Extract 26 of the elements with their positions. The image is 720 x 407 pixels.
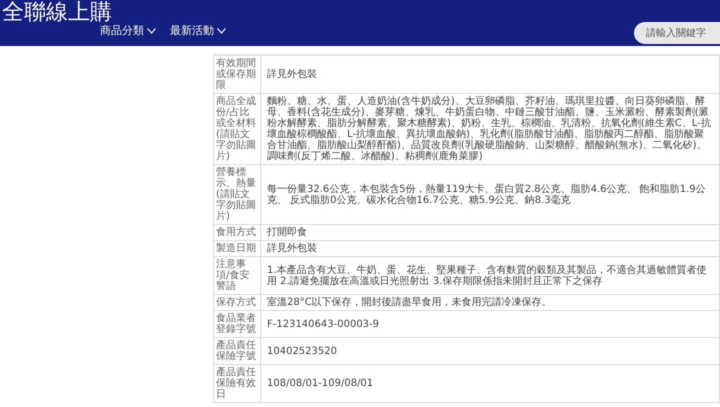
- spec-label: 食用方式: [214, 224, 260, 240]
- spec-label: 注意事項/食安警語: [214, 256, 260, 294]
- spec-label: 食品業者登錄字號: [214, 310, 260, 338]
- site-logo[interactable]: 全聯線上購: [0, 0, 112, 26]
- spec-value: 詳見外包裝: [260, 55, 720, 94]
- spec-label: 商品全成份/占比或全材料(請貼文字勿貼圖片): [214, 94, 260, 164]
- search-field[interactable]: 請輸入關鍵字: [634, 22, 720, 44]
- spec-value: 每一份量32.6公克，本包裝含5份，熱量119大卡、蛋白質2.8公克、脂肪4.6公克、 飽和脂肪1.9公克、 反式脂肪0公克、碳水化合物16.7公克、糖5.9公克、鈉8.3毫克: [260, 164, 720, 224]
- spec-value: 108/08/01-109/08/01: [260, 364, 720, 402]
- spec-label: 產品責任保險字號: [214, 338, 260, 364]
- chevron-down-icon: [217, 28, 226, 34]
- spec-label: 產品責任保險有效日: [214, 364, 260, 402]
- spec-label: 有效期間或保存期限: [214, 55, 260, 94]
- spec-value: 詳見外包裝: [260, 240, 720, 256]
- spec-value: F-123140643-00003-9: [260, 310, 720, 338]
- spec-value: 室溫28°C以下保存，開封後請盡早食用，未食用完請冷凍保存。: [260, 294, 720, 310]
- spec-value: 麵粉、糖、水、蛋、人造奶油(含牛奶成分)、大豆卵磷脂、芥籽油、瑪琪里拉醬、向日葵卵磷脂、酵母、香料(含花生成分)、麥芽糖、煉乳、牛奶蛋白物、中鏈三酸甘油酯、鹽、玉米澱粉、酵素製劑(澱粉水解酵素、脂肪分解酵素、聚木糖酵素)、奶粉、生乳、棕櫚油、乳清粉、抗氧化劑(維生素C、L-抗壞血酸棕櫚酸酯、L-抗壞血酸、異抗壞血酸鈉)、乳化劑(脂肪酸甘油酯、脂肪酸丙二醇酯、脂肪酸聚合甘油酯、脂肪酸山梨醇酐酯)、品質改良劑(乳酸硬脂酸鈉、山梨糖醇、醋酸鈉(無水)、二氧化矽)、調味劑(反丁烯二酸、冰醋酸)、粘稠劑(鹿角菜膠): [260, 94, 720, 164]
- spec-label: 保存方式: [214, 294, 260, 310]
- spec-value: 打開即食: [260, 224, 720, 240]
- nav-menu-item[interactable]: 最新活動: [170, 23, 226, 38]
- nav-menu-item[interactable]: 商品分類: [100, 23, 156, 38]
- spec-value: 1.本產品含有大豆、牛奶、蛋、花生、堅果種子、含有麩質的穀類及其製品，不適合其過敏體質者使用 2.請避免擺放在高溫或日光照射出 3.保存期限係指未開封且正常下之保存: [260, 256, 720, 294]
- spec-label: 製造日期: [214, 240, 260, 256]
- spec-value: 10402523520: [260, 338, 720, 364]
- chevron-down-icon: [147, 28, 156, 34]
- spec-label: 營養標示、熱量(請貼文字勿貼圖片): [214, 164, 260, 224]
